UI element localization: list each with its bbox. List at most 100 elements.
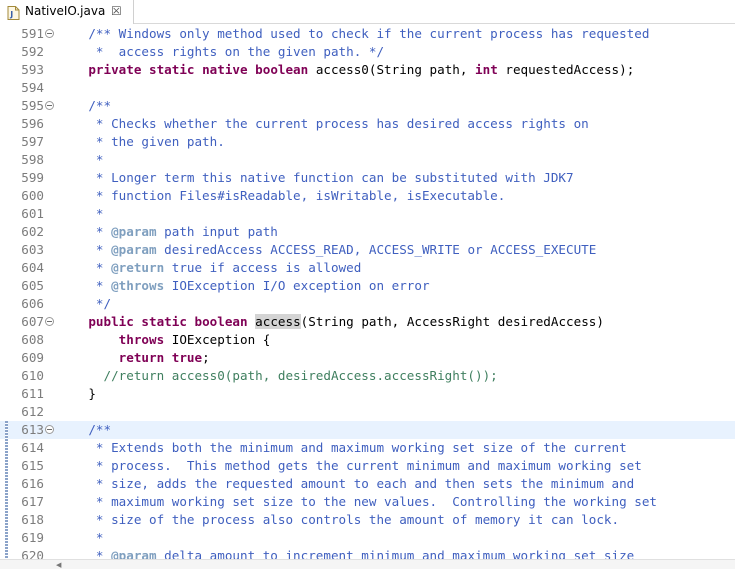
code-line[interactable]: /** [58, 97, 111, 115]
tab-title: NativeIO.java [25, 4, 106, 18]
line-number: 617 [21, 494, 44, 509]
code-token: delta amount to increment minimum and ma… [156, 548, 635, 559]
fold-toggle-icon[interactable] [45, 101, 54, 110]
java-file-icon: J [7, 5, 20, 20]
code-line[interactable]: * access rights on the given path. */ [58, 43, 384, 61]
code-token: * size, adds the requested amount to eac… [58, 476, 635, 491]
line-number: 608 [21, 332, 44, 347]
line-number: 611 [21, 386, 44, 401]
code-line[interactable]: * function Files#isReadable, isWritable,… [58, 187, 505, 205]
code-token: /** [58, 98, 112, 113]
code-line[interactable]: /** Windows only method used to check if… [58, 25, 649, 43]
code-line[interactable]: * maximum working set size to the new va… [58, 493, 657, 511]
line-number: 605 [21, 278, 44, 293]
fold-toggle-icon[interactable] [45, 317, 54, 326]
code-token: throws [118, 332, 165, 347]
line-number: 603 [21, 242, 44, 257]
code-token: * [58, 278, 112, 293]
line-number: 607 [21, 314, 44, 329]
code-line[interactable]: * @param desiredAccess ACCESS_READ, ACCE… [58, 241, 596, 259]
code-token: //return access0(path, desiredAccess.acc… [58, 368, 498, 383]
code-token: @param [111, 224, 157, 239]
code-line[interactable]: return true; [58, 349, 210, 367]
line-number: 596 [21, 116, 44, 131]
line-number: 604 [21, 260, 44, 275]
code-token: path input path [156, 224, 278, 239]
code-token: * Checks whether the current process has… [58, 116, 589, 131]
code-token: } [58, 386, 96, 401]
line-number: 597 [21, 134, 44, 149]
code-line[interactable]: * [58, 529, 104, 547]
code-token: * size of the process also controls the … [58, 512, 620, 527]
code-line[interactable]: * size of the process also controls the … [58, 511, 619, 529]
code-line[interactable]: */ [58, 295, 111, 313]
code-token: * function Files#isReadable, isWritable,… [58, 188, 506, 203]
code-line[interactable]: * Checks whether the current process has… [58, 115, 589, 133]
code-token: @return [111, 260, 165, 275]
code-token: IOException I/O exception on error [164, 278, 430, 293]
code-line[interactable]: * Extends both the minimum and maximum w… [58, 439, 627, 457]
line-number: 601 [21, 206, 44, 221]
code-line[interactable]: /** [58, 421, 111, 439]
code-token: @param [111, 548, 157, 559]
code-token: * [58, 152, 104, 167]
horizontal-scrollbar[interactable]: ◀ [0, 559, 735, 569]
code-line[interactable]: private static native boolean access0(St… [58, 61, 634, 79]
code-token: * the given path. [58, 134, 225, 149]
selected-word: access [255, 314, 301, 329]
code-token: (String path, AccessRight desiredAccess) [300, 314, 604, 329]
code-token: int [475, 62, 498, 77]
code-line[interactable]: throws IOException { [58, 331, 271, 349]
code-token: * [58, 548, 112, 559]
line-number: 619 [21, 530, 44, 545]
code-line[interactable]: * process. This method gets the current … [58, 457, 642, 475]
code-token: @throws [111, 278, 165, 293]
code-token: true if access is allowed [164, 260, 362, 275]
code-line[interactable]: * @return true if access is allowed [58, 259, 361, 277]
line-number: 618 [21, 512, 44, 527]
code-token: * Extends both the minimum and maximum w… [58, 440, 627, 455]
fold-toggle-icon[interactable] [45, 425, 54, 434]
line-number: 594 [21, 80, 44, 95]
code-token: * [58, 224, 112, 239]
code-editor[interactable]: 591 /** Windows only method used to chec… [0, 25, 735, 559]
code-token: desiredAccess ACCESS_READ, ACCESS_WRITE … [156, 242, 597, 257]
line-number: 609 [21, 350, 44, 365]
code-token: * [58, 530, 104, 545]
code-token: @param [111, 242, 157, 257]
code-token: access0(String path, [308, 62, 476, 77]
code-line[interactable]: * @throws IOException I/O exception on e… [58, 277, 430, 295]
code-token: * access rights on the given path. */ [58, 44, 385, 59]
close-icon[interactable]: ☒ [111, 4, 122, 18]
code-line[interactable]: * Longer term this native function can b… [58, 169, 574, 187]
code-token: * process. This method gets the current … [58, 458, 642, 473]
code-token: IOException { [164, 332, 271, 347]
scroll-left-icon[interactable]: ◀ [56, 561, 61, 569]
line-number: 614 [21, 440, 44, 455]
line-number: 606 [21, 296, 44, 311]
code-token: private static native boolean [88, 62, 309, 77]
code-token: return true [118, 350, 203, 365]
fold-toggle-icon[interactable] [45, 29, 54, 38]
code-line[interactable]: * @param path input path [58, 223, 278, 241]
line-number: 610 [21, 368, 44, 383]
code-token: public static boolean [88, 314, 248, 329]
code-token: * [58, 206, 104, 221]
code-token: * maximum working set size to the new va… [58, 494, 657, 509]
code-line[interactable]: public static boolean access(String path… [58, 313, 604, 331]
line-number: 598 [21, 152, 44, 167]
tab-nativeio-java[interactable]: J NativeIO.java ☒ [0, 0, 134, 24]
code-line[interactable]: * size, adds the requested amount to eac… [58, 475, 634, 493]
code-line[interactable]: * @param delta amount to increment minim… [58, 547, 634, 559]
code-line[interactable]: * the given path. [58, 133, 225, 151]
code-line[interactable]: * [58, 151, 104, 169]
code-line[interactable]: //return access0(path, desiredAccess.acc… [58, 367, 498, 385]
svg-text:J: J [9, 10, 13, 19]
line-number: 620 [21, 548, 44, 559]
code-line[interactable]: * [58, 205, 104, 223]
code-line[interactable]: } [58, 385, 96, 403]
